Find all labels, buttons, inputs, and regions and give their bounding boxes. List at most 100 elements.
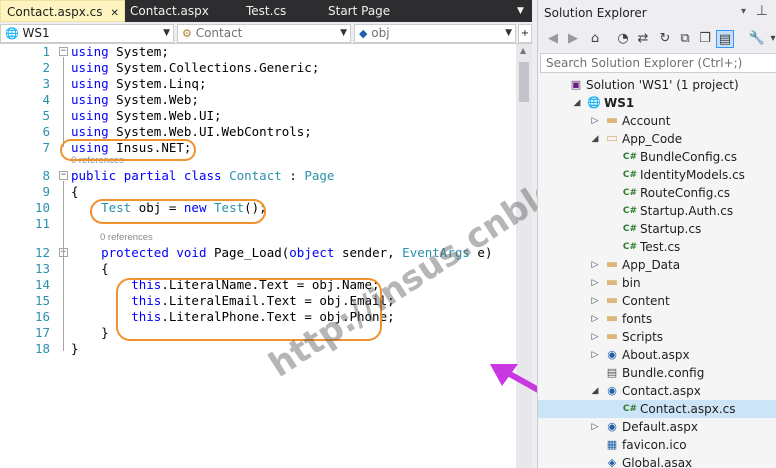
csharp-file-icon: C# <box>622 224 638 234</box>
tree-item-label: About.aspx <box>622 348 690 362</box>
tree-item-label: Scripts <box>622 330 664 344</box>
collapse-all-icon[interactable]: ⧉ <box>676 30 694 48</box>
member-dropdown[interactable]: ◆ obj ▼ <box>354 24 516 43</box>
tree-item[interactable]: C# Startup.Auth.cs <box>538 202 776 220</box>
expanded-arrow-icon[interactable]: ◢ <box>572 94 582 112</box>
class-dropdown[interactable]: ⚙ Contact ▼ <box>177 24 351 43</box>
navigation-bar: 🌐 WS1 ▼ ⚙ Contact ▼ ◆ obj ▼ + <box>0 22 532 44</box>
line-number: 18 <box>34 341 50 356</box>
collapse-icon[interactable]: − <box>59 171 68 180</box>
tree-item[interactable]: C# IdentityModels.cs <box>538 166 776 184</box>
field-icon: ◆ <box>359 27 368 40</box>
tree-item[interactable]: ◢ 🌐 WS1 <box>538 94 776 112</box>
collapsed-arrow-icon[interactable]: ▷ <box>590 112 600 130</box>
csharp-file-icon: C# <box>622 242 638 252</box>
tab-contact-aspx-cs[interactable]: Contact.aspx.cs ✕ <box>0 0 125 22</box>
folder-icon: ▬ <box>605 275 619 290</box>
csharp-file-icon: C# <box>622 170 638 180</box>
back-icon[interactable]: ◀ <box>544 30 562 48</box>
code-line: } <box>71 341 79 356</box>
code-line: using System.Web.UI; <box>71 108 222 123</box>
tree-item[interactable]: ▷ ▬ Scripts <box>538 328 776 346</box>
tree-item-label: Contact.aspx <box>622 384 701 398</box>
refresh-icon[interactable]: ↻ <box>656 30 674 48</box>
tree-item[interactable]: ▷ ◉ About.aspx <box>538 346 776 364</box>
tree-item[interactable]: ▷ ▬ fonts <box>538 310 776 328</box>
scroll-up-icon[interactable]: ▲ <box>520 46 526 55</box>
line-number: 16 <box>34 309 50 324</box>
code-lens-references[interactable]: 0 references <box>100 233 153 243</box>
pin-icon[interactable]: ⊥ <box>756 3 768 19</box>
expanded-arrow-icon[interactable]: ◢ <box>590 130 600 148</box>
pin-icon[interactable]: ▾ <box>741 6 746 17</box>
line-number: 3 <box>42 76 50 91</box>
tree-item-label: Content <box>622 294 670 308</box>
highlight-oval <box>90 199 266 224</box>
close-icon[interactable]: ✕ <box>111 8 119 19</box>
tab-start-page[interactable]: Start Page <box>322 0 412 22</box>
globe-icon: 🌐 <box>5 27 19 40</box>
line-number: 9 <box>42 184 50 199</box>
collapse-icon[interactable]: − <box>59 47 68 56</box>
aspx-file-icon: ◉ <box>607 420 617 433</box>
code-line: using System.Web; <box>71 92 199 107</box>
scrollbar-thumb[interactable] <box>519 62 529 102</box>
document-tab-bar: Contact.aspx.cs ✕ Contact.aspx Test.cs St… <box>0 0 532 22</box>
tree-item-label: Default.aspx <box>622 420 698 434</box>
collapsed-arrow-icon[interactable]: ▷ <box>590 256 600 274</box>
tree-item-label: Global.asax <box>622 456 693 468</box>
collapsed-arrow-icon[interactable]: ▷ <box>590 418 600 436</box>
expanded-arrow-icon[interactable]: ◢ <box>590 382 600 400</box>
tree-item-label: Test.cs <box>640 240 681 254</box>
chevron-down-icon[interactable]: ▾ <box>764 30 776 48</box>
history-icon[interactable]: ◔ <box>614 30 632 48</box>
tree-item[interactable]: ▷ ▬ Content <box>538 292 776 310</box>
tab-overflow-dropdown-icon[interactable]: ▼ <box>515 0 531 22</box>
tree-item[interactable]: C# RouteConfig.cs <box>538 184 776 202</box>
tree-item[interactable]: ▷ ▬ bin <box>538 274 776 292</box>
tab-contact-aspx[interactable]: Contact.aspx <box>124 0 224 22</box>
collapsed-arrow-icon[interactable]: ▷ <box>590 310 600 328</box>
code-editor-pane: Contact.aspx.cs ✕ Contact.aspx Test.cs St… <box>0 0 681 468</box>
aspx-file-icon: ◉ <box>607 384 617 397</box>
collapsed-arrow-icon[interactable]: ▷ <box>590 346 600 364</box>
tree-item-label: RouteConfig.cs <box>640 186 730 200</box>
line-number: 7 <box>42 140 50 155</box>
collapsed-arrow-icon[interactable]: ▷ <box>590 292 600 310</box>
tree-item[interactable]: ▷ ◉ Default.aspx <box>538 418 776 436</box>
collapsed-arrow-icon[interactable]: ▷ <box>590 328 600 346</box>
tree-item[interactable]: C# Startup.cs <box>538 220 776 238</box>
globe-icon: 🌐 <box>587 96 601 109</box>
chevron-down-icon: ▼ <box>505 28 512 38</box>
preview-icon[interactable]: ▤ <box>716 30 734 48</box>
tree-item-label: fonts <box>622 312 653 326</box>
tree-item[interactable]: ▷ ▬ App_Data <box>538 256 776 274</box>
forward-icon[interactable]: ▶ <box>564 30 582 48</box>
tree-item[interactable]: ◢ ◉ Contact.aspx <box>538 382 776 400</box>
tree-item[interactable]: ◈ Global.asax <box>538 454 776 468</box>
collapsed-arrow-icon[interactable]: ▷ <box>590 274 600 292</box>
tree-item[interactable]: ▤ Bundle.config <box>538 364 776 382</box>
project-dropdown[interactable]: 🌐 WS1 ▼ <box>0 24 174 43</box>
highlight-oval <box>60 139 196 161</box>
tree-item-label: App_Code <box>622 132 683 146</box>
line-number: 4 <box>42 92 50 107</box>
folder-open-icon: ▭ <box>605 131 619 146</box>
sync-icon[interactable]: ⇄ <box>634 30 652 48</box>
tree-item[interactable]: ▦ favicon.ico <box>538 436 776 454</box>
tree-item[interactable]: C# Contact.aspx.cs <box>538 400 776 418</box>
tree-item[interactable]: ▷ ▬ Account <box>538 112 776 130</box>
tree-item-label: IdentityModels.cs <box>640 168 745 182</box>
csharp-file-icon: C# <box>622 404 638 414</box>
home-icon[interactable]: ⌂ <box>586 30 604 48</box>
tree-item[interactable]: C# Test.cs <box>538 238 776 256</box>
tree-item[interactable]: ◢ ▭ App_Code <box>538 130 776 148</box>
tree-item[interactable]: C# BundleConfig.cs <box>538 148 776 166</box>
tree-item[interactable]: ▣ Solution 'WS1' (1 project) <box>538 76 776 94</box>
split-editor-button[interactable]: + <box>518 24 532 43</box>
show-all-files-icon[interactable]: ❐ <box>696 30 714 48</box>
line-number: 8 <box>42 168 50 183</box>
aspx-file-icon: ◉ <box>607 348 617 361</box>
search-input[interactable]: Search Solution Explorer (Ctrl+;) <box>540 53 776 73</box>
tab-test-cs[interactable]: Test.cs <box>240 0 310 22</box>
